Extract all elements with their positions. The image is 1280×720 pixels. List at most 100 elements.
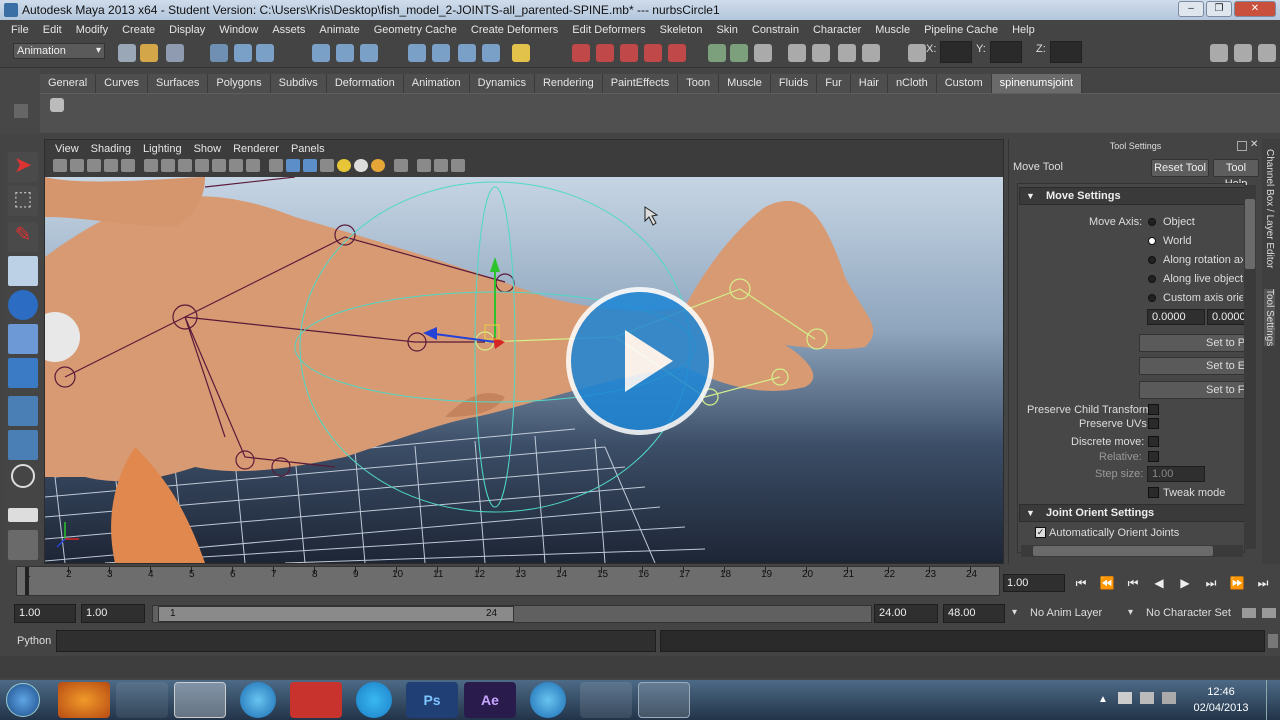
step-forward-frame-button[interactable]: ⏭ xyxy=(1200,574,1222,592)
open-scene-icon[interactable] xyxy=(140,44,158,62)
snap-grid-icon[interactable] xyxy=(312,44,330,62)
smooth-shade-icon[interactable] xyxy=(286,159,300,172)
tweak-mode-checkbox[interactable] xyxy=(1148,487,1159,498)
menu-geometry-cache[interactable]: Geometry Cache xyxy=(367,24,464,36)
last-used-tool-icon[interactable] xyxy=(11,464,35,488)
x-field[interactable] xyxy=(940,41,972,63)
viewport-menu-renderer[interactable]: Renderer xyxy=(227,143,285,155)
isolate-select-icon[interactable] xyxy=(394,159,408,172)
film-gate-icon[interactable] xyxy=(161,159,175,172)
menu-edit-deformers[interactable]: Edit Deformers xyxy=(565,24,652,36)
transform-field-icon[interactable] xyxy=(908,44,926,62)
y-field[interactable] xyxy=(990,41,1022,63)
reset-tool-button[interactable]: Reset Tool xyxy=(1151,159,1209,177)
close-button[interactable]: ✕ xyxy=(1234,1,1276,17)
history-icon[interactable] xyxy=(458,44,476,62)
auto-orient-checkbox[interactable]: ✓ xyxy=(1035,527,1046,538)
move-tool-icon[interactable] xyxy=(8,256,38,286)
flash-taskbar-icon[interactable] xyxy=(290,682,342,718)
panel-scroll-thumb[interactable] xyxy=(1245,199,1255,269)
go-to-end-button[interactable]: ⏭ xyxy=(1252,574,1274,592)
tab-rendering[interactable]: Rendering xyxy=(534,74,603,93)
tab-ncloth[interactable]: nCloth xyxy=(887,74,937,93)
tab-general[interactable]: General xyxy=(40,74,97,93)
paint-taskbar-icon[interactable] xyxy=(580,682,632,718)
explorer-taskbar-icon[interactable] xyxy=(638,682,690,718)
tab-muscle[interactable]: Muscle xyxy=(719,74,771,93)
axis-world-radio[interactable] xyxy=(1148,237,1156,245)
resolution-gate-icon[interactable] xyxy=(178,159,192,172)
tab-polygons[interactable]: Polygons xyxy=(208,74,271,93)
show-channel-box-icon[interactable] xyxy=(812,44,830,62)
preserve-uvs-checkbox[interactable] xyxy=(1148,418,1159,429)
command-input[interactable] xyxy=(56,630,656,652)
channel-panel-icon[interactable] xyxy=(1258,44,1276,62)
maya-taskbar-icon[interactable] xyxy=(174,682,226,718)
viewport-menu-shading[interactable]: Shading xyxy=(85,143,137,155)
wireframe-icon[interactable] xyxy=(269,159,283,172)
menu-create-deformers[interactable]: Create Deformers xyxy=(464,24,565,36)
paint-select-tool-icon[interactable]: ✎ xyxy=(8,222,38,252)
itunes-alt-taskbar-icon[interactable] xyxy=(530,682,566,718)
play-forwards-button[interactable]: ▶ xyxy=(1174,574,1196,592)
dorsal-fin[interactable] xyxy=(45,177,205,227)
video-play-button[interactable] xyxy=(566,287,714,435)
float-panel-icon[interactable] xyxy=(1237,141,1247,151)
axis-custom-radio[interactable] xyxy=(1148,294,1156,302)
wireframe-on-shaded-icon[interactable] xyxy=(303,159,317,172)
render-view-icon[interactable] xyxy=(668,44,686,62)
character-set-dropdown-icon[interactable]: ▾ xyxy=(1128,607,1133,618)
current-time-marker[interactable] xyxy=(25,567,29,595)
lock-icon[interactable] xyxy=(512,44,530,62)
shadows-icon[interactable] xyxy=(371,159,385,172)
z-field[interactable] xyxy=(1050,41,1082,63)
select-component-icon[interactable] xyxy=(256,44,274,62)
viewport-menu-lighting[interactable]: Lighting xyxy=(137,143,188,155)
axis-rotation-radio[interactable] xyxy=(1148,256,1156,264)
shelf-menu-icon[interactable] xyxy=(14,104,28,118)
default-lighting-icon[interactable] xyxy=(337,159,351,172)
render-settings-icon[interactable] xyxy=(620,44,638,62)
auto-key-icon[interactable] xyxy=(1242,608,1256,618)
show-tool-settings-icon[interactable] xyxy=(788,44,806,62)
soft-modification-icon[interactable] xyxy=(8,396,38,426)
menu-window[interactable]: Window xyxy=(212,24,265,36)
animation-end-field[interactable]: 48.00 xyxy=(943,604,1005,623)
gate-mask-icon[interactable] xyxy=(195,159,209,172)
xray-icon[interactable] xyxy=(417,159,431,172)
camera-attributes-icon[interactable] xyxy=(70,159,84,172)
snap-point-icon[interactable] xyxy=(360,44,378,62)
start-button[interactable] xyxy=(6,683,40,717)
two-d-pan-icon[interactable] xyxy=(121,159,135,172)
menu-set-selector[interactable]: Animation xyxy=(13,43,105,59)
layout-single-icon[interactable] xyxy=(8,508,38,522)
photoshop-taskbar-icon[interactable]: Ps xyxy=(406,682,458,718)
set-to-point-button[interactable]: Set to P xyxy=(1139,334,1249,352)
skype-taskbar-icon[interactable] xyxy=(356,682,392,718)
axis-live-object-radio[interactable] xyxy=(1148,275,1156,283)
snap-curve-icon[interactable] xyxy=(336,44,354,62)
step-back-frame-button[interactable]: ⏮ xyxy=(1122,574,1144,592)
set-to-face-button[interactable]: Set to F xyxy=(1139,381,1249,399)
channel-box-tab[interactable]: Channel Box / Layer Editor xyxy=(1264,149,1275,269)
grid-icon[interactable] xyxy=(144,159,158,172)
menu-constrain[interactable]: Constrain xyxy=(745,24,806,36)
preserve-child-checkbox[interactable] xyxy=(1148,404,1159,415)
time-slider[interactable]: 1 2 3 4 5 6 7 8 9 10 11 12 13 14 15 16 1… xyxy=(16,566,1000,596)
itunes-taskbar-icon[interactable] xyxy=(240,682,276,718)
rotate-tool-icon[interactable] xyxy=(8,290,38,320)
anim-layer-dropdown-icon[interactable]: ▾ xyxy=(1012,607,1017,618)
tab-animation[interactable]: Animation xyxy=(403,74,470,93)
select-hierarchy-icon[interactable] xyxy=(210,44,228,62)
range-slider-handle[interactable] xyxy=(158,606,514,622)
universal-manipulator-icon[interactable] xyxy=(8,358,38,388)
menu-animate[interactable]: Animate xyxy=(312,24,366,36)
joint-orient-section[interactable]: Joint Orient Settings xyxy=(1019,504,1245,522)
tab-painteffects[interactable]: PaintEffects xyxy=(602,74,679,93)
menu-skeleton[interactable]: Skeleton xyxy=(653,24,710,36)
script-language-label[interactable]: Python xyxy=(17,635,51,647)
tab-subdivs[interactable]: Subdivs xyxy=(270,74,327,93)
tab-hair[interactable]: Hair xyxy=(850,74,888,93)
scale-tool-icon[interactable] xyxy=(8,324,38,354)
close-panel-icon[interactable]: ✕ xyxy=(1250,139,1260,151)
